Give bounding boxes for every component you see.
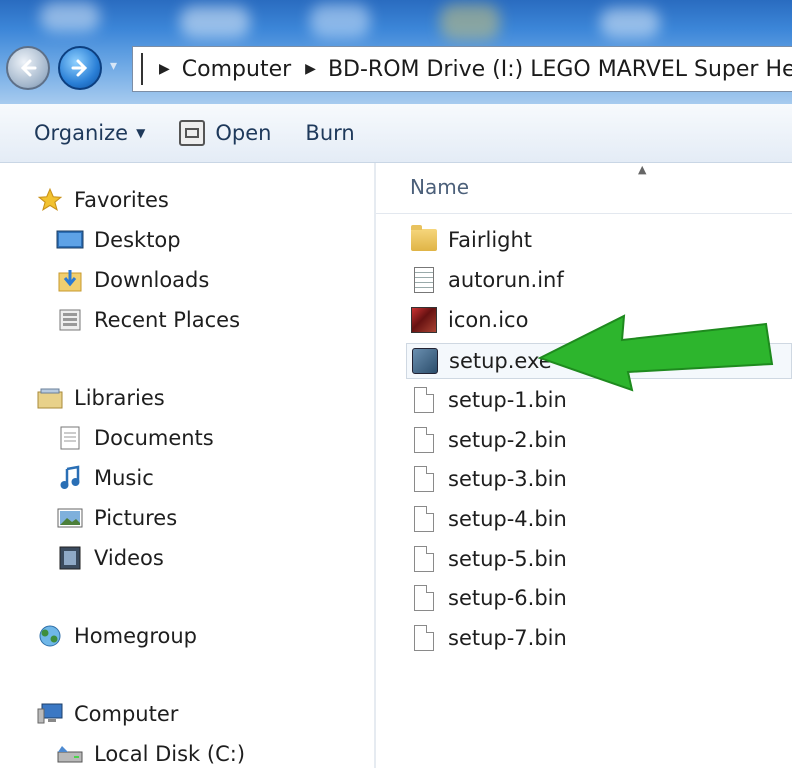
file-row-icon-ico[interactable]: icon.ico	[410, 305, 528, 335]
blurred-background	[440, 4, 500, 40]
nav-label: Libraries	[74, 386, 165, 410]
chevron-right-icon[interactable]: ▶	[159, 61, 170, 77]
nav-label: Desktop	[94, 228, 181, 252]
blurred-background	[310, 4, 370, 38]
blurred-background	[600, 8, 660, 38]
image-file-icon	[410, 305, 438, 335]
file-icon	[410, 583, 438, 613]
homegroup-icon	[36, 623, 64, 649]
sort-ascending-icon: ▲	[638, 163, 647, 176]
burn-label: Burn	[305, 121, 355, 145]
file-icon	[410, 544, 438, 574]
organize-label: Organize	[34, 121, 129, 145]
chevron-right-icon[interactable]: ▶	[305, 61, 316, 77]
file-row-setup-7-bin[interactable]: setup-7.bin	[410, 623, 567, 653]
organize-button[interactable]: Organize ▼	[34, 121, 145, 145]
file-row-autorun-inf[interactable]: autorun.inf	[410, 265, 564, 295]
file-name: setup-7.bin	[448, 626, 567, 650]
file-icon	[410, 385, 438, 415]
file-icon	[410, 504, 438, 534]
open-button[interactable]: Open	[179, 120, 271, 146]
videos-icon	[56, 545, 84, 571]
nav-label: Documents	[94, 426, 214, 450]
nav-label: Computer	[74, 702, 179, 726]
downloads-folder-icon	[56, 267, 84, 293]
file-row-setup-2-bin[interactable]: setup-2.bin	[410, 425, 567, 455]
back-button[interactable]	[6, 46, 50, 90]
file-row-setup-5-bin[interactable]: setup-5.bin	[410, 544, 567, 574]
breadcrumb-computer[interactable]: Computer	[182, 57, 291, 82]
file-name: setup-5.bin	[448, 547, 567, 571]
burn-button[interactable]: Burn	[305, 121, 354, 145]
nav-label: Recent Places	[94, 308, 241, 332]
file-row-setup-6-bin[interactable]: setup-6.bin	[410, 583, 567, 613]
nav-downloads[interactable]: Downloads	[56, 267, 209, 293]
file-name: autorun.inf	[448, 268, 564, 292]
blurred-background	[180, 6, 250, 38]
settings-file-icon	[410, 265, 438, 295]
nav-documents[interactable]: Documents	[56, 425, 214, 451]
arrow-left-icon	[20, 59, 37, 77]
recent-places-icon	[56, 307, 84, 333]
blurred-background	[40, 2, 100, 32]
file-icon	[410, 425, 438, 455]
computer-icon	[36, 701, 64, 727]
installer-icon	[411, 346, 439, 376]
file-name: setup-3.bin	[448, 467, 567, 491]
star-icon	[36, 187, 64, 213]
caret-down-icon: ▼	[136, 126, 146, 140]
documents-icon	[56, 425, 84, 451]
nav-label: Homegroup	[74, 624, 198, 648]
arrow-right-icon	[71, 59, 88, 77]
local-disk-icon	[56, 741, 84, 767]
file-icon	[410, 623, 438, 653]
nav-local-disk[interactable]: Local Disk (C:)	[56, 741, 245, 767]
file-row-fairlight[interactable]: Fairlight	[410, 225, 532, 255]
nav-libraries[interactable]: Libraries	[36, 385, 165, 411]
libraries-icon	[36, 385, 64, 411]
file-name: setup-2.bin	[448, 428, 567, 452]
nav-pictures[interactable]: Pictures	[56, 505, 177, 531]
nav-recent-places[interactable]: Recent Places	[56, 307, 240, 333]
nav-label: Favorites	[74, 188, 169, 212]
address-bar[interactable]: ▶ Computer ▶ BD-ROM Drive (I:) LEGO MARV…	[132, 46, 792, 92]
desktop-icon	[56, 227, 84, 253]
nav-label: Local Disk (C:)	[94, 742, 246, 766]
file-name: Fairlight	[448, 228, 533, 252]
nav-homegroup[interactable]: Homegroup	[36, 623, 197, 649]
drive-icon	[141, 53, 143, 85]
nav-computer[interactable]: Computer	[36, 701, 178, 727]
navigation-pane: Favorites Desktop Downloads Recent Place…	[0, 163, 374, 768]
nav-videos[interactable]: Videos	[56, 545, 164, 571]
column-header-divider	[376, 213, 792, 214]
recent-pages-dropdown-icon[interactable]: ▾	[110, 58, 117, 74]
file-row-setup-4-bin[interactable]: setup-4.bin	[410, 504, 567, 534]
file-name: setup-4.bin	[448, 507, 567, 531]
pictures-icon	[56, 505, 84, 531]
command-toolbar: Organize ▼ Open Burn	[0, 104, 792, 163]
file-list-pane: ▲ Name Fairlight autorun.inf icon.ico se…	[376, 163, 792, 768]
nav-favorites[interactable]: Favorites	[36, 187, 169, 213]
column-header-name[interactable]: Name	[410, 175, 469, 199]
nav-label: Pictures	[94, 506, 178, 530]
open-label: Open	[215, 121, 272, 145]
open-icon	[179, 120, 206, 146]
nav-label: Videos	[94, 546, 164, 570]
nav-label: Music	[94, 466, 154, 490]
file-name: setup-6.bin	[448, 586, 567, 610]
file-name: icon.ico	[448, 308, 529, 332]
breadcrumb-bd-rom-drive[interactable]: BD-ROM Drive (I:) LEGO MARVEL Super Hero	[328, 57, 792, 82]
pointer-arrow-icon	[537, 314, 774, 392]
nav-desktop[interactable]: Desktop	[56, 227, 181, 253]
file-row-setup-3-bin[interactable]: setup-3.bin	[410, 464, 567, 494]
file-icon	[410, 464, 438, 494]
folder-icon	[410, 225, 438, 255]
nav-music[interactable]: Music	[56, 465, 154, 491]
music-icon	[56, 465, 84, 491]
window-titlebar: ▾ ▶ Computer ▶ BD-ROM Drive (I:) LEGO MA…	[0, 0, 792, 104]
forward-button[interactable]	[58, 46, 102, 90]
nav-label: Downloads	[94, 268, 210, 292]
